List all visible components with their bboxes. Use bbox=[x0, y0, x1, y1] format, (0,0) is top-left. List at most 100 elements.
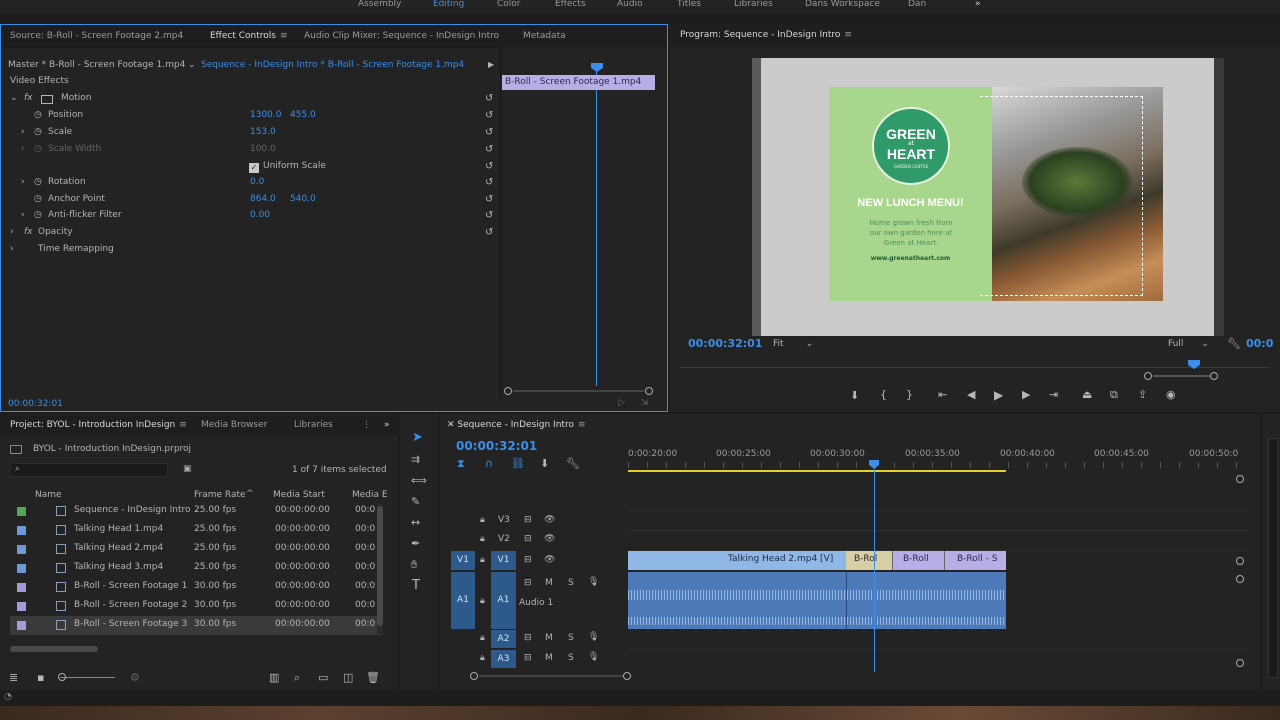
lock-icon[interactable]: 🔒︎ bbox=[480, 555, 485, 565]
mark-out-icon[interactable]: } bbox=[906, 389, 913, 401]
trash-icon[interactable]: 🗑︎ bbox=[366, 672, 380, 684]
eye-icon[interactable]: 👁︎ bbox=[544, 515, 555, 525]
column-media-start[interactable]: Media Start bbox=[273, 490, 325, 500]
clip-broll-c[interactable]: B-Roll - S bbox=[944, 551, 1006, 570]
mute-button[interactable]: M bbox=[545, 653, 553, 663]
panel-menu-icon[interactable]: ≡ bbox=[578, 420, 586, 430]
linked-selection-icon[interactable]: ⛓︎ bbox=[511, 458, 525, 470]
project-item-row[interactable]: Talking Head 1.mp4 25.00 fps 00:00:00:00 00… bbox=[10, 521, 382, 540]
microphone-icon[interactable]: 🎙︎ bbox=[588, 632, 599, 642]
zoom-scrollbar[interactable] bbox=[504, 387, 653, 395]
anti-flicker-value[interactable]: 0.00 bbox=[250, 210, 270, 220]
tab-media-browser[interactable]: Media Browser bbox=[201, 420, 267, 430]
lock-icon[interactable]: 🔒︎ bbox=[480, 596, 485, 606]
zoom-slider-handle[interactable] bbox=[58, 673, 66, 681]
quality-dropdown[interactable]: Full ⌄ bbox=[1168, 339, 1209, 349]
chevron-right-icon[interactable]: › bbox=[21, 127, 25, 137]
zoom-handle-right[interactable] bbox=[1210, 372, 1218, 380]
new-search-bin-icon[interactable]: ▣ bbox=[183, 464, 192, 474]
source-patch-a1[interactable]: A1 bbox=[451, 572, 475, 629]
project-item-row[interactable]: Talking Head 3.mp4 25.00 fps 00:00:00:00 00… bbox=[10, 559, 382, 578]
lock-icon[interactable]: 🔒︎ bbox=[480, 633, 485, 643]
hand-tool-icon[interactable]: ✋︎ bbox=[411, 559, 417, 571]
workspace-tab-color[interactable]: Color bbox=[497, 0, 521, 9]
workspace-tab-dan[interactable]: Dan bbox=[908, 0, 926, 9]
lift-icon[interactable]: ⏏ bbox=[1082, 389, 1092, 401]
nest-icon[interactable]: ⧗ bbox=[457, 458, 465, 470]
uniform-scale-checkbox[interactable]: ✓ bbox=[249, 163, 259, 173]
scale-value[interactable]: 153.0 bbox=[250, 127, 276, 137]
audio-scroll-handle-top[interactable] bbox=[1236, 575, 1244, 583]
track-select-tool-icon[interactable]: ⇉ bbox=[411, 454, 420, 466]
stopwatch-icon[interactable]: ◷ bbox=[34, 210, 42, 220]
panel-menu-icon[interactable]: ≡ bbox=[280, 31, 288, 41]
new-bin-icon[interactable]: ▭ bbox=[318, 672, 328, 684]
chevron-right-icon[interactable]: › bbox=[10, 244, 14, 254]
opacity-row[interactable]: › fx Opacity ↺ bbox=[1, 226, 499, 242]
tab-sequence[interactable]: ✕ Sequence - InDesign Intro ≡ bbox=[447, 420, 586, 430]
bin-view-icon[interactable]: ▥ bbox=[269, 672, 279, 684]
wrench-icon[interactable]: 🔧︎ bbox=[566, 458, 580, 470]
position-x-value[interactable]: 1300.0 bbox=[250, 110, 282, 120]
find-icon[interactable]: ⌕ bbox=[294, 672, 300, 684]
track-v1-label[interactable]: V1 bbox=[491, 551, 516, 570]
scroll-thumb[interactable] bbox=[377, 506, 383, 626]
ripple-edit-tool-icon[interactable]: ⟺ bbox=[411, 475, 427, 487]
mute-button[interactable]: M bbox=[545, 633, 553, 643]
reset-icon[interactable]: ↺ bbox=[485, 127, 493, 138]
program-time-ruler[interactable] bbox=[680, 367, 1270, 368]
lock-icon[interactable]: 🔒︎ bbox=[480, 534, 485, 544]
workspace-tab-editing[interactable]: Editing bbox=[433, 0, 464, 9]
clip-bar[interactable]: B-Roll - Screen Footage 1.mp4 bbox=[502, 75, 655, 90]
panel-menu-icon[interactable]: ≡ bbox=[179, 420, 187, 430]
tab-effect-controls[interactable]: Effect Controls ≡ bbox=[210, 31, 288, 41]
tab-libraries[interactable]: Libraries bbox=[294, 420, 333, 430]
lock-icon[interactable]: 🔒︎ bbox=[480, 515, 485, 525]
source-patch-v1[interactable]: V1 bbox=[451, 551, 475, 570]
label-color-swatch[interactable] bbox=[17, 602, 26, 611]
tab-source[interactable]: Source: B-Roll - Screen Footage 2.mp4 bbox=[10, 31, 183, 41]
stopwatch-icon[interactable]: ◷ bbox=[34, 177, 42, 187]
project-item-row[interactable]: B-Roll - Screen Footage 1 30.00 fps 00:00:… bbox=[10, 578, 382, 597]
sequence-clip-label[interactable]: Sequence - InDesign Intro * B-Roll - Scr… bbox=[201, 60, 464, 70]
audio-clip-a1[interactable] bbox=[628, 572, 1006, 629]
chevron-right-icon[interactable]: › bbox=[10, 227, 14, 237]
right-timecode[interactable]: 00:0 bbox=[1246, 337, 1273, 350]
solo-button[interactable]: S bbox=[568, 653, 574, 663]
panel-menu-icon[interactable]: ≡ bbox=[844, 30, 852, 40]
add-marker-icon[interactable]: ⬇ bbox=[540, 458, 549, 470]
chevron-right-icon[interactable]: › bbox=[21, 210, 25, 220]
play-icon[interactable]: ▶ bbox=[994, 389, 1003, 401]
zoom-bar[interactable] bbox=[1153, 375, 1210, 377]
sync-lock-icon[interactable]: ⊟ bbox=[524, 555, 532, 565]
program-viewer[interactable]: GREEN at HEART GARDEN CENTRE NEW LUNCH M… bbox=[752, 58, 1224, 336]
label-color-swatch[interactable] bbox=[17, 583, 26, 592]
camera-icon[interactable]: ◉ bbox=[1166, 389, 1176, 401]
solo-button[interactable]: S bbox=[568, 633, 574, 643]
microphone-icon[interactable]: 🎙︎ bbox=[588, 577, 599, 587]
chevron-down-icon[interactable]: ⌄ bbox=[10, 93, 18, 103]
step-forward-icon[interactable]: ▶ bbox=[1022, 389, 1030, 401]
snap-icon[interactable]: ∩ bbox=[485, 458, 493, 470]
sync-lock-icon[interactable]: ⊟ bbox=[524, 534, 532, 544]
label-color-swatch[interactable] bbox=[17, 507, 26, 516]
anchor-y-value[interactable]: 540.0 bbox=[290, 194, 316, 204]
reset-icon[interactable]: ↺ bbox=[485, 177, 493, 188]
horizontal-scrollbar[interactable] bbox=[10, 646, 98, 652]
tab-project[interactable]: Project: BYOL - Introduction InDesign ≡ bbox=[10, 420, 187, 430]
reset-icon[interactable]: ↺ bbox=[485, 93, 493, 104]
tab-metadata[interactable]: Metadata bbox=[523, 31, 566, 41]
label-color-swatch[interactable] bbox=[17, 564, 26, 573]
project-item-row[interactable]: B-Roll - Screen Footage 3 30.00 fps 00:00:… bbox=[10, 616, 382, 635]
program-timecode[interactable]: 00:00:32:01 bbox=[688, 337, 762, 350]
fit-dropdown[interactable]: Fit ⌄ bbox=[773, 339, 813, 349]
label-color-swatch[interactable] bbox=[17, 621, 26, 630]
audio-scroll-handle-bottom[interactable] bbox=[1236, 659, 1244, 667]
workspace-tab-audio[interactable]: Audio bbox=[617, 0, 643, 9]
timeline-zoom-right[interactable] bbox=[623, 672, 631, 680]
selection-tool-icon[interactable]: ➤ bbox=[412, 431, 423, 444]
motion-row[interactable]: ⌄ fx Motion ↺ bbox=[1, 92, 499, 108]
position-y-value[interactable]: 455.0 bbox=[290, 110, 316, 120]
track-a1-label[interactable]: A1 bbox=[491, 572, 516, 629]
extract-icon[interactable]: ⧉ bbox=[1110, 389, 1118, 401]
